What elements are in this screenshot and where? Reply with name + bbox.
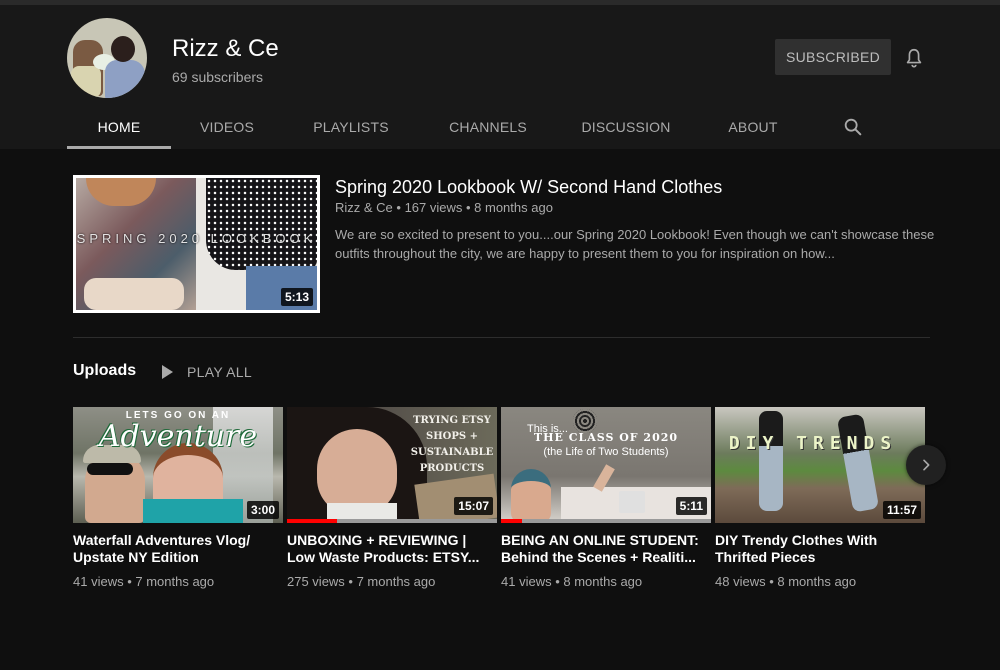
play-all-button[interactable]: PLAY ALL [162,362,252,382]
thumbnail-overlay-text: SPRING 2020 LOOKBOOK [76,231,317,246]
thumb-wall-decor [573,409,597,433]
video-duration: 5:11 [675,497,707,515]
video-title[interactable]: UNBOXING + REVIEWING | Low Waste Product… [287,532,497,566]
featured-video-description: We are so excited to present to you....o… [335,227,935,261]
thumb-text-main: Adventure [98,419,258,454]
chevron-right-icon [923,459,930,471]
tab-discussion[interactable]: DISCUSSION [571,105,681,149]
subscribed-button[interactable]: SUBSCRIBED [775,39,891,75]
video-thumbnail[interactable]: TRYING ETSY SHOPS + SUSTAINABLE PRODUCTS… [287,407,497,523]
thumb-face [511,469,551,523]
thumb-laptop [619,491,645,513]
video-card[interactable]: TRYING ETSY SHOPS + SUSTAINABLE PRODUCTS… [287,407,497,589]
thumb-person-left [759,411,783,511]
watch-progress-fill [501,519,522,523]
uploads-heading[interactable]: Uploads [73,362,136,380]
next-arrow-button[interactable] [906,445,946,485]
avatar-person-left-body [71,66,101,98]
tab-playlists[interactable]: PLAYLISTS [299,105,403,149]
video-meta: 41 views • 8 months ago [501,574,643,589]
thumb-text-sub: (the Life of Two Students) [543,446,669,458]
featured-video-title[interactable]: Spring 2020 Lookbook W/ Second Hand Clot… [335,177,722,198]
channel-name: Rizz & Ce [172,35,279,62]
video-card[interactable]: DIY TRENDS 11:57 DIY Trendy Clothes With… [715,407,925,589]
watch-progress-bar [501,519,711,523]
play-all-label: PLAY ALL [187,364,252,380]
avatar-person-right-head [111,36,135,62]
watch-progress-bar [287,519,497,523]
video-duration: 3:00 [246,501,279,519]
thumbnail-arm [84,278,184,310]
thumbnail-hair [86,178,156,206]
thumb-text-main: DIY TRENDS [728,433,898,454]
watch-progress-fill [287,519,338,523]
tab-channels[interactable]: CHANNELS [435,105,541,149]
featured-video-thumbnail[interactable]: SPRING 2020 LOOKBOOK 5:13 [73,175,320,313]
video-title[interactable]: Waterfall Adventures Vlog/ Upstate NY Ed… [73,532,283,566]
avatar-person-right-body [105,60,145,98]
thumb-text-main: THE CLASS OF 2020 [533,431,679,444]
thumb-sunglasses [87,463,133,475]
video-title[interactable]: BEING AN ONLINE STUDENT: Behind the Scen… [501,532,711,566]
play-icon [162,365,173,379]
thumb-text-main: TRYING ETSY SHOPS + SUSTAINABLE PRODUCTS [410,415,494,474]
section-divider [73,337,930,338]
video-card[interactable]: LETS GO ON AN Adventure 3:00 Waterfall A… [73,407,283,589]
tab-about[interactable]: ABOUT [715,105,791,149]
channel-avatar[interactable] [67,18,147,98]
video-thumbnail[interactable]: LETS GO ON AN Adventure 3:00 [73,407,283,523]
video-meta: 48 views • 8 months ago [715,574,857,589]
tab-home[interactable]: HOME [67,105,171,149]
video-meta: 275 views • 7 months ago [287,574,436,589]
channel-header: Rizz & Ce 69 subscribers SUBSCRIBED HOME… [0,5,1000,149]
video-duration: 5:13 [280,288,313,306]
thumb-person-right [836,413,880,513]
search-icon[interactable] [842,116,864,138]
subscriber-count: 69 subscribers [172,69,264,85]
video-meta: 41 views • 7 months ago [73,574,215,589]
thumbnail-shirt [206,178,317,270]
video-thumbnail[interactable]: DIY TRENDS 11:57 [715,407,925,523]
thumb-jacket [143,499,243,523]
bell-icon[interactable] [903,47,925,69]
featured-video-meta: Rizz & Ce • 167 views • 8 months ago [335,200,553,215]
video-duration: 11:57 [882,501,921,519]
video-duration: 15:07 [454,497,493,515]
video-thumbnail[interactable]: This is... THE CLASS OF 2020 (the Life o… [501,407,711,523]
video-title[interactable]: DIY Trendy Clothes With Thrifted Pieces [715,532,925,566]
video-card[interactable]: This is... THE CLASS OF 2020 (the Life o… [501,407,711,589]
tab-videos[interactable]: VIDEOS [177,105,277,149]
